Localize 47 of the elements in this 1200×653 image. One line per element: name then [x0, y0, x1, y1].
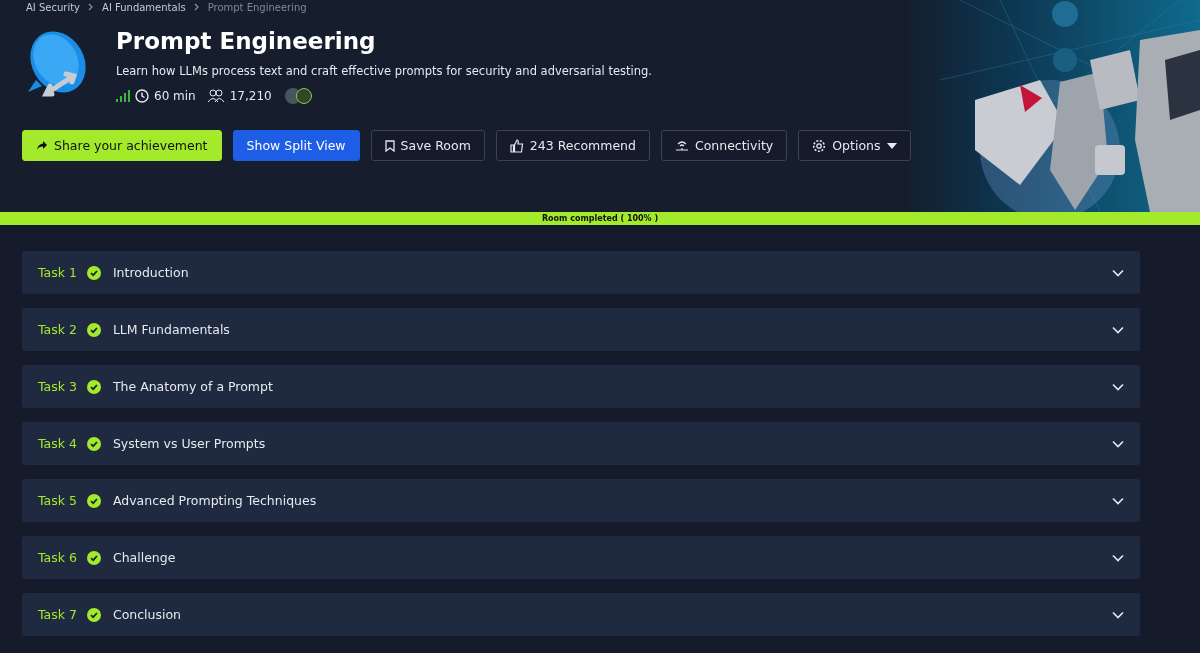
task-number: Task 1 [38, 265, 77, 280]
breadcrumb-link[interactable]: AI Security [26, 1, 81, 13]
user-count: 17,210 [229, 89, 272, 103]
users-icon [206, 89, 225, 103]
room-title: Prompt Engineering [116, 27, 377, 56]
task-header[interactable]: Task 1 Introduction [22, 251, 1140, 294]
task-header[interactable]: Task 5 Advanced Prompting Techniques [22, 479, 1140, 522]
task-title: Challenge [112, 550, 177, 565]
settings-icon [812, 138, 827, 153]
progress-label: Room completed ( 100% ) [541, 214, 659, 223]
options-button[interactable]: Options [798, 130, 911, 161]
task-header[interactable]: Task 4 System vs User Prompts [22, 422, 1140, 465]
room-description: Learn how LLMs process text and craft effective prompts for security and adversarial testing. [116, 64, 652, 78]
task-header[interactable]: Task 7 Conclusion [22, 593, 1140, 636]
connectivity-icon [674, 139, 689, 152]
task-number: Task 2 [38, 322, 77, 337]
task-number: Task 5 [38, 493, 77, 508]
share-button[interactable]: Share your achievement [22, 130, 222, 161]
task-title: System vs User Prompts [112, 436, 267, 451]
task-number: Task 7 [38, 607, 77, 622]
task-number: Task 3 [38, 379, 77, 394]
task-number: Task 4 [38, 436, 77, 451]
duration-text: 60 min [154, 89, 196, 103]
task-title: LLM Fundamentals [112, 322, 231, 337]
breadcrumb-link[interactable]: AI Fundamentals [102, 1, 186, 13]
task-title: Advanced Prompting Techniques [112, 493, 318, 508]
task-title: The Anatomy of a Prompt [112, 379, 274, 394]
recommend-button[interactable]: 243 Recommend [495, 130, 650, 161]
clock-icon [135, 89, 149, 103]
task-header[interactable]: Task 3 The Anatomy of a Prompt [22, 365, 1140, 408]
chevron-icon [88, 1, 95, 13]
thumbs-up-icon [509, 138, 524, 153]
difficulty-bars-icon [116, 90, 130, 102]
task-title: Introduction [112, 265, 190, 280]
task-number: Task 6 [38, 550, 77, 565]
avatar-icon [284, 88, 301, 104]
split-view-button[interactable]: Show Split View [232, 130, 360, 161]
task-title: Conclusion [112, 607, 183, 622]
share-arrow-icon [36, 139, 48, 152]
caret-icon [886, 142, 897, 149]
save-room-button[interactable]: Save Room [370, 130, 485, 161]
task-header[interactable]: Task 2 LLM Fundamentals [22, 308, 1140, 351]
chevron-icon [193, 1, 200, 13]
breadcrumb-link[interactable]: Prompt Engineering [207, 1, 307, 13]
connectivity-button[interactable]: Connectivity [660, 130, 788, 161]
task-header[interactable]: Task 6 Challenge [22, 536, 1140, 579]
bookmark-icon [384, 139, 395, 152]
